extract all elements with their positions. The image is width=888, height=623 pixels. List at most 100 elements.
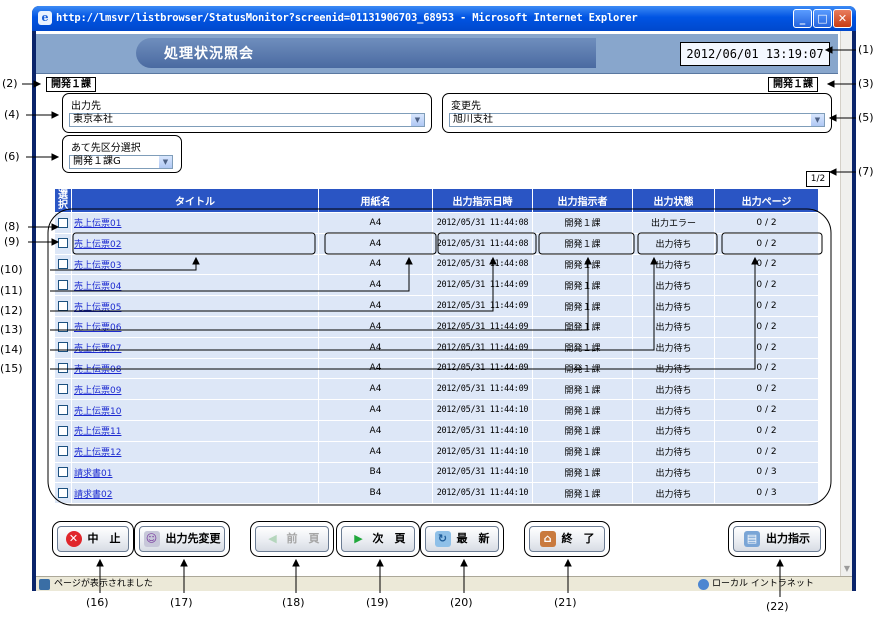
row-checkbox[interactable] [58,467,68,478]
cancel-button-frame: ✕ 中 止 [52,521,134,557]
pages-cell: 0 / 2 [714,295,819,317]
status-text: ページが表示されました [54,579,153,589]
dest-category-select[interactable]: 開発１課G ▼ [69,155,173,169]
window-titlebar[interactable]: e http://lmsvr/listbrowser/StatusMonitor… [32,6,856,31]
row-select-cell [54,357,72,380]
requester-cell: 開発１課 [532,357,633,380]
title-link[interactable]: 請求書02 [74,490,112,500]
table-row[interactable]: 請求書02 B4 2012/05/31 11:44:10 開発１課 出力待ち 0 / 3 [54,482,819,505]
requester-cell: 開発１課 [532,399,633,421]
pages-cell: 0 / 2 [714,440,819,463]
minimize-icon[interactable]: _ [793,9,812,28]
table-row[interactable]: 売上伝票12 A4 2012/05/31 11:44:10 開発１課 出力待ち 0 / 2 [54,440,819,463]
requester-cell: 開発１課 [532,440,633,463]
title-cell: 請求書01 [71,461,319,484]
scroll-down-icon[interactable]: ▼ [842,564,852,574]
table-row[interactable]: 売上伝票06 A4 2012/05/31 11:44:09 開発１課 出力待ち 0 / 2 [54,315,819,338]
row-checkbox[interactable] [58,384,68,395]
row-checkbox[interactable] [58,425,68,436]
title-link[interactable]: 請求書01 [74,469,112,479]
change-dest-button-frame: ☺ 出力先変更 [134,521,230,557]
output-dest-select[interactable]: 東京本社 ▼ [69,113,425,127]
title-link[interactable]: 売上伝票08 [74,365,121,375]
dest-category-group: あて先区分選択 開発１課G ▼ [62,135,182,173]
datetime-cell: 2012/05/31 11:44:09 [432,378,533,401]
title-link[interactable]: 売上伝票04 [74,282,121,292]
datetime-cell: 2012/05/31 11:44:08 [432,232,533,255]
datetime-cell: 2012/05/31 11:44:10 [432,419,533,442]
title-link[interactable]: 売上伝票05 [74,303,121,313]
maximize-icon[interactable]: □ [813,9,832,28]
row-checkbox[interactable] [58,363,68,374]
exit-door-icon: ⌂ [539,531,556,547]
row-checkbox[interactable] [58,238,68,249]
table-row[interactable]: 売上伝票08 A4 2012/05/31 11:44:09 開発１課 出力待ち 0 / 2 [54,357,819,380]
table-row[interactable]: 売上伝票03 A4 2012/05/31 11:44:08 開発１課 出力待ち 0 / 2 [54,253,819,276]
title-link[interactable]: 売上伝票10 [74,407,121,417]
title-link[interactable]: 売上伝票12 [74,448,121,458]
table-row[interactable]: 売上伝票02 A4 2012/05/31 11:44:08 開発１課 出力待ち 0 / 2 [54,232,819,255]
output-dest-group: 出力先 東京本社 ▼ [62,93,432,133]
cancel-button[interactable]: ✕ 中 止 [57,526,129,552]
row-checkbox[interactable] [58,446,68,457]
current-datetime: 2012/06/01 13:19:07 [680,42,830,66]
requester-cell: 開発１課 [532,315,633,338]
print-button[interactable]: ▤ 出力指示 [733,526,821,552]
row-checkbox[interactable] [58,488,68,498]
page-header: 処理状況照会 2012/06/01 13:19:07 [36,34,838,74]
row-checkbox[interactable] [58,217,68,228]
status-cell: 出力待ち [632,336,715,359]
print-button-frame: ▤ 出力指示 [728,521,826,557]
refresh-button[interactable]: ↻ 最 新 [425,526,499,552]
col-header-title: タイトル [71,188,319,213]
callout-9: (9) [4,235,20,248]
arrow-right-icon: ▶ [354,532,363,545]
close-icon[interactable]: ✕ [833,9,852,28]
change-dest-select[interactable]: 旭川支社 ▼ [449,113,825,127]
row-checkbox[interactable] [58,300,68,311]
title-link[interactable]: 売上伝票03 [74,261,121,271]
datetime-cell: 2012/05/31 11:44:09 [432,295,533,317]
window-title: http://lmsvr/listbrowser/StatusMonitor?s… [56,12,638,24]
requester-cell: 開発１課 [532,212,633,234]
table-row[interactable]: 売上伝票07 A4 2012/05/31 11:44:09 開発１課 出力待ち 0 / 2 [54,336,819,359]
next-page-button[interactable]: ▶ 次 頁 [341,526,415,552]
row-checkbox[interactable] [58,259,68,270]
row-select-cell [54,419,72,442]
requester-cell: 開発１課 [532,482,633,505]
table-row[interactable]: 売上伝票04 A4 2012/05/31 11:44:09 開発１課 出力待ち 0 / 2 [54,274,819,297]
row-checkbox[interactable] [58,342,68,353]
table-row[interactable]: 売上伝票01 A4 2012/05/31 11:44:08 開発１課 出力エラー 0 / … [54,212,819,234]
title-link[interactable]: 売上伝票11 [74,427,121,437]
row-select-cell [54,315,72,338]
row-checkbox[interactable] [58,404,68,415]
table-row[interactable]: 売上伝票05 A4 2012/05/31 11:44:09 開発１課 出力待ち 0 / 2 [54,295,819,317]
pages-cell: 0 / 2 [714,253,819,276]
prev-page-button[interactable]: ◀ 前 頁 [255,526,329,552]
change-dest-button[interactable]: ☺ 出力先変更 [139,526,225,552]
table-row[interactable]: 売上伝票11 A4 2012/05/31 11:44:10 開発１課 出力待ち 0 / 2 [54,419,819,442]
exit-button[interactable]: ⌂ 終 了 [529,526,605,552]
table-row[interactable]: 売上伝票10 A4 2012/05/31 11:44:10 開発１課 出力待ち 0 / 2 [54,399,819,421]
vertical-scrollbar[interactable]: ▼ [840,31,852,576]
paper-cell: A4 [318,315,433,338]
callout-7: (7) [858,165,874,178]
table-row[interactable]: 売上伝票09 A4 2012/05/31 11:44:09 開発１課 出力待ち 0 / 2 [54,378,819,401]
title-link[interactable]: 売上伝票09 [74,386,121,396]
col-header-requester: 出力指示者 [532,188,633,213]
callout-12: (12) [0,304,23,317]
title-link[interactable]: 売上伝票07 [74,344,121,354]
row-select-cell [54,399,72,421]
row-checkbox[interactable] [58,321,68,332]
datetime-cell: 2012/05/31 11:44:08 [432,212,533,234]
title-link[interactable]: 売上伝票02 [74,240,121,250]
table-row[interactable]: 請求書01 B4 2012/05/31 11:44:10 開発１課 出力待ち 0 / 3 [54,461,819,484]
ie-logo-icon: e [38,11,52,25]
row-checkbox[interactable] [58,280,68,291]
callout-19: (19) [366,596,389,609]
status-cell: 出力待ち [632,253,715,276]
title-link[interactable]: 売上伝票06 [74,323,121,333]
paper-cell: A4 [318,253,433,276]
title-link[interactable]: 売上伝票01 [74,219,121,229]
pages-cell: 0 / 3 [714,461,819,484]
